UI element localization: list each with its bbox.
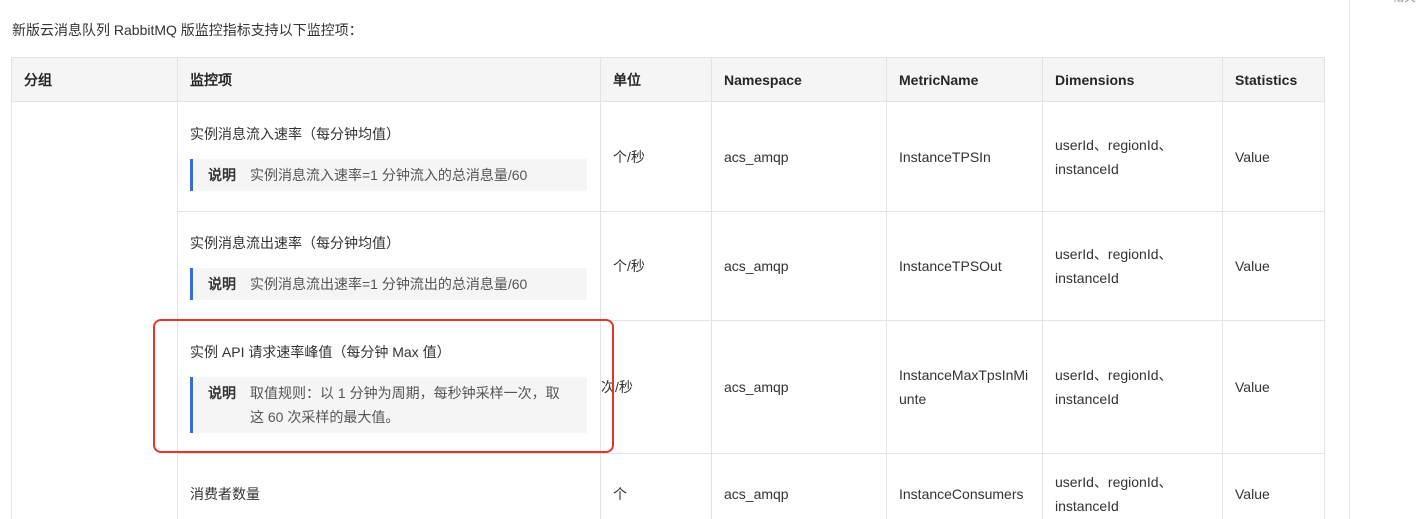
metric-cell: InstanceTPSOut <box>886 211 1043 321</box>
unit-cell: 次/秒 <box>600 320 712 454</box>
table-row: 消费者数量 个 acs_amqp InstanceConsumers userI… <box>12 453 1325 519</box>
note-text: 取值规则：以 1 分钟为周期，每秒钟采样一次，取这 60 次采样的最大值。 <box>250 385 560 425</box>
statistics-cell: Value <box>1222 101 1325 212</box>
unit-cell: 个/秒 <box>600 101 712 212</box>
dimensions-cell: userId、regionId、instanceId <box>1042 320 1223 454</box>
table-row: 实例消息流入速率（每分钟均值） 说明 实例消息流入速率=1 分钟流入的总消息量/… <box>11 101 1325 519</box>
table-row: 实例消息流出速率（每分钟均值） 说明 实例消息流出速率=1 分钟流出的总消息量/… <box>12 211 1325 321</box>
item-cell: 实例消息流入速率（每分钟均值） 说明 实例消息流入速率=1 分钟流入的总消息量/… <box>177 101 601 212</box>
item-cell: 消费者数量 <box>177 453 601 519</box>
metric-cell: InstanceConsumers <box>886 453 1043 519</box>
statistics-cell: Value <box>1222 211 1325 321</box>
metric-cell: InstanceMaxTpsInMiunte <box>886 320 1043 454</box>
intro-text: 新版云消息队列 RabbitMQ 版监控指标支持以下监控项： <box>12 22 363 38</box>
dimensions-cell: userId、regionId、instanceId <box>1042 211 1223 321</box>
col-header-group: 分组 <box>11 57 178 102</box>
note-box: 说明 实例消息流出速率=1 分钟流出的总消息量/60 <box>190 268 587 300</box>
sidebar-title[interactable]: 相关 <box>1392 0 1416 5</box>
namespace-cell: acs_amqp <box>711 101 887 212</box>
statistics-cell: Value <box>1222 320 1325 454</box>
dimensions-cell: userId、regionId、instanceId <box>1042 101 1223 212</box>
namespace-cell: acs_amqp <box>711 453 887 519</box>
note-label: 说明 <box>208 385 236 401</box>
item-title: 实例消息流入速率（每分钟均值） <box>190 125 400 142</box>
col-header-unit: 单位 <box>600 57 712 102</box>
col-header-statistics: Statistics <box>1222 57 1325 102</box>
table-row: 实例 API 请求速率峰值（每分钟 Max 值） 说明 取值规则：以 1 分钟为… <box>12 320 1325 454</box>
namespace-cell: acs_amqp <box>711 211 887 321</box>
note-label: 说明 <box>208 166 236 183</box>
unit-cell: 个/秒 <box>600 211 712 321</box>
metric-cell: InstanceTPSIn <box>886 101 1043 212</box>
dimensions-cell: userId、regionId、instanceId <box>1042 453 1223 519</box>
metrics-table: 分组 监控项 单位 Namespace MetricName Dimension… <box>11 57 1325 519</box>
statistics-cell: Value <box>1222 453 1325 519</box>
namespace-cell: acs_amqp <box>711 320 887 454</box>
group-cell <box>11 101 178 519</box>
item-cell: 实例 API 请求速率峰值（每分钟 Max 值） 说明 取值规则：以 1 分钟为… <box>177 320 601 454</box>
right-sidebar: 相关 <box>1349 0 1418 519</box>
note-box: 说明 取值规则：以 1 分钟为周期，每秒钟采样一次，取这 60 次采样的最大值。 <box>190 377 587 433</box>
note-label: 说明 <box>208 276 236 292</box>
note-box: 说明 实例消息流入速率=1 分钟流入的总消息量/60 <box>190 158 587 191</box>
col-header-item: 监控项 <box>177 57 601 102</box>
unit-cell: 个 <box>600 453 712 519</box>
table-header-row: 分组 监控项 单位 Namespace MetricName Dimension… <box>11 57 1325 102</box>
col-header-dimensions: Dimensions <box>1042 57 1223 102</box>
item-title: 消费者数量 <box>190 485 260 502</box>
col-header-metricname: MetricName <box>886 57 1043 102</box>
note-text: 实例消息流出速率=1 分钟流出的总消息量/60 <box>250 276 528 292</box>
item-cell: 实例消息流出速率（每分钟均值） 说明 实例消息流出速率=1 分钟流出的总消息量/… <box>177 211 601 321</box>
col-header-namespace: Namespace <box>711 57 887 102</box>
note-text: 实例消息流入速率=1 分钟流入的总消息量/60 <box>250 166 528 183</box>
item-title: 实例消息流出速率（每分钟均值） <box>190 235 400 251</box>
item-title: 实例 API 请求速率峰值（每分钟 Max 值） <box>190 344 451 360</box>
